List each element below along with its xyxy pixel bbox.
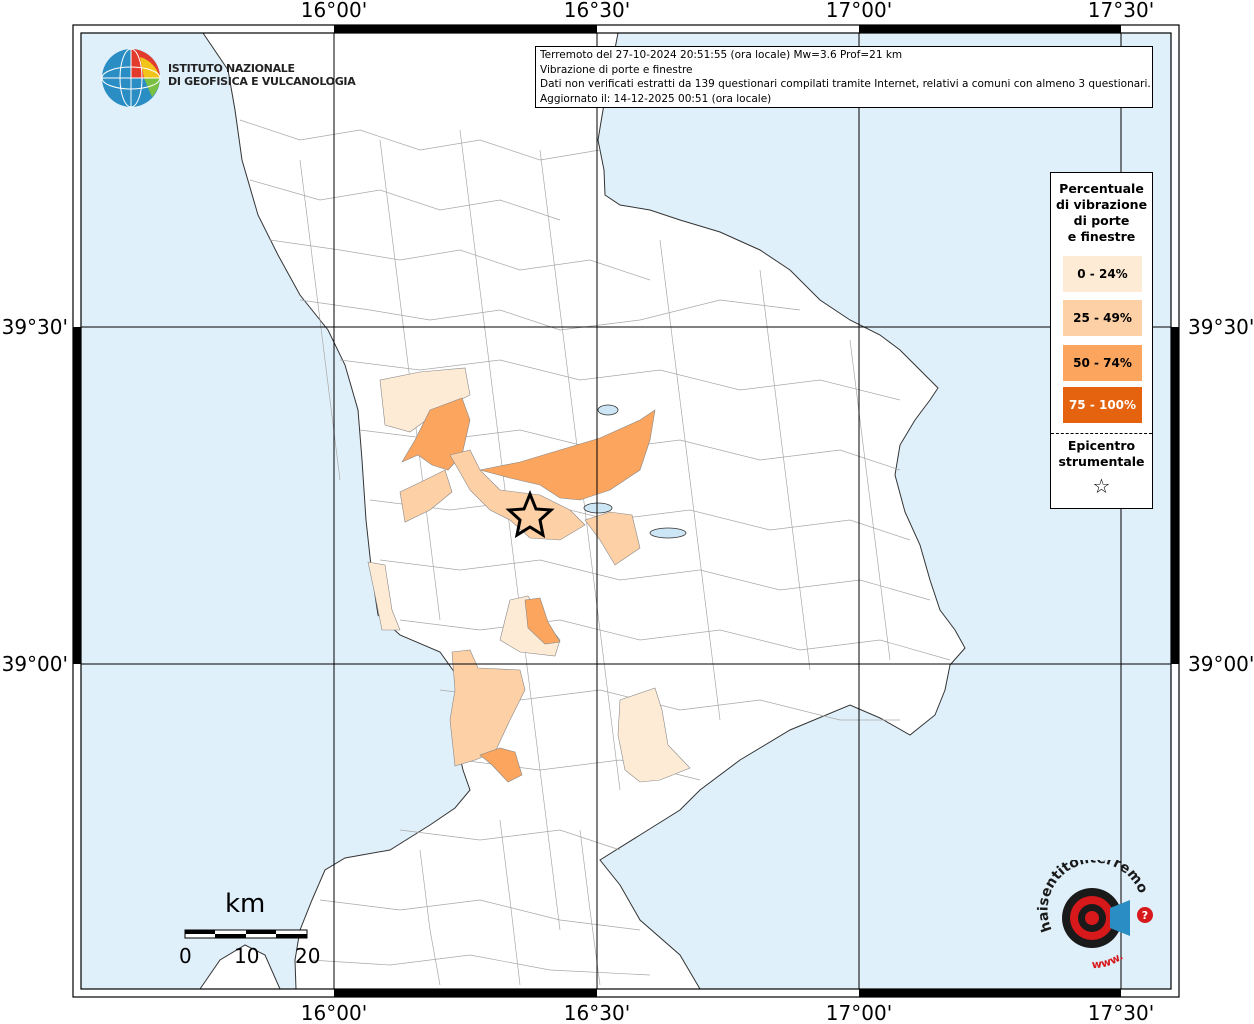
event-updated: Aggiornato il: 14-12-2025 00:51 (ora loc… bbox=[540, 92, 772, 105]
haisentito-prefix: www. bbox=[1091, 950, 1125, 972]
legend-star-icon: ☆ bbox=[1092, 474, 1111, 498]
legend-title-line: di vibrazione bbox=[1055, 197, 1148, 212]
lon-label-bottom: 16°30' bbox=[564, 1001, 630, 1024]
logo-name-line2: DI GEOFISICA E VULCANOLOGIA bbox=[168, 75, 356, 88]
scale-tick-20: 20 bbox=[295, 944, 321, 968]
logo-name-line1: ISTITUTO NAZIONALE bbox=[168, 62, 295, 75]
lake-ampollino bbox=[649, 527, 687, 539]
event-subtitle: Vibrazione di porte e finestre bbox=[540, 63, 693, 76]
lon-label-bottom: 17°30' bbox=[1088, 1001, 1154, 1024]
scale-tick-10: 10 bbox=[234, 944, 260, 968]
legend-swatch-25-49: 25 - 49% bbox=[1063, 300, 1142, 336]
scale-bar-graphic bbox=[184, 929, 308, 939]
lat-label-right: 39°00' bbox=[1188, 652, 1254, 676]
lon-label-top: 16°00' bbox=[301, 0, 367, 22]
event-info-box: Terremoto del 27-10-2024 20:51:55 (ora l… bbox=[535, 46, 1153, 108]
lon-label-bottom: 17°00' bbox=[826, 1001, 892, 1024]
lat-label-right: 39°30' bbox=[1188, 315, 1254, 339]
lon-label-top: 16°30' bbox=[564, 0, 630, 22]
lat-label-left: 39°30' bbox=[2, 315, 68, 339]
legend-separator bbox=[1051, 433, 1152, 434]
lon-label-top: 17°00' bbox=[826, 0, 892, 22]
legend-title: Percentuale di vibrazione di porte e fin… bbox=[1051, 181, 1152, 245]
legend-swatch-75-100: 75 - 100% bbox=[1063, 387, 1142, 423]
legend-title-line: e finestre bbox=[1067, 229, 1136, 244]
event-title: Terremoto del 27-10-2024 20:51:55 (ora l… bbox=[540, 49, 903, 61]
lon-label-top: 17°30' bbox=[1088, 0, 1154, 22]
lat-label-left: 39°00' bbox=[2, 652, 68, 676]
ingv-logo: ISTITUTO NAZIONALE DI GEOFISICA E VULCAN… bbox=[100, 46, 356, 110]
lon-label-bottom: 16°00' bbox=[301, 1001, 367, 1024]
legend-epicenter-line: Epicentro bbox=[1067, 438, 1136, 453]
svg-text:www.: www. bbox=[1091, 950, 1125, 972]
legend-epicenter-label: Epicentro strumentale bbox=[1051, 438, 1152, 470]
scale-bar: km 0 10 20 bbox=[175, 890, 325, 970]
legend-swatch-0-24: 0 - 24% bbox=[1063, 256, 1142, 292]
legend-title-line: Percentuale bbox=[1059, 181, 1144, 196]
svg-text:?: ? bbox=[1142, 909, 1148, 922]
lake-arvo bbox=[583, 502, 613, 514]
scale-unit: km bbox=[225, 889, 266, 919]
event-data-note: Dati non verificati estratti da 139 ques… bbox=[540, 78, 1151, 90]
legend: Percentuale di vibrazione di porte e fin… bbox=[1050, 172, 1153, 509]
haisentito-logo: ? haisentitoilterremoto.it www. bbox=[1025, 848, 1160, 975]
legend-title-line: di porte bbox=[1073, 213, 1130, 228]
globe-icon bbox=[101, 48, 161, 108]
lake-cecita bbox=[597, 404, 619, 416]
legend-epicenter-line: strumentale bbox=[1058, 454, 1145, 469]
legend-swatch-50-74: 50 - 74% bbox=[1063, 345, 1142, 381]
scale-tick-0: 0 bbox=[179, 944, 192, 968]
